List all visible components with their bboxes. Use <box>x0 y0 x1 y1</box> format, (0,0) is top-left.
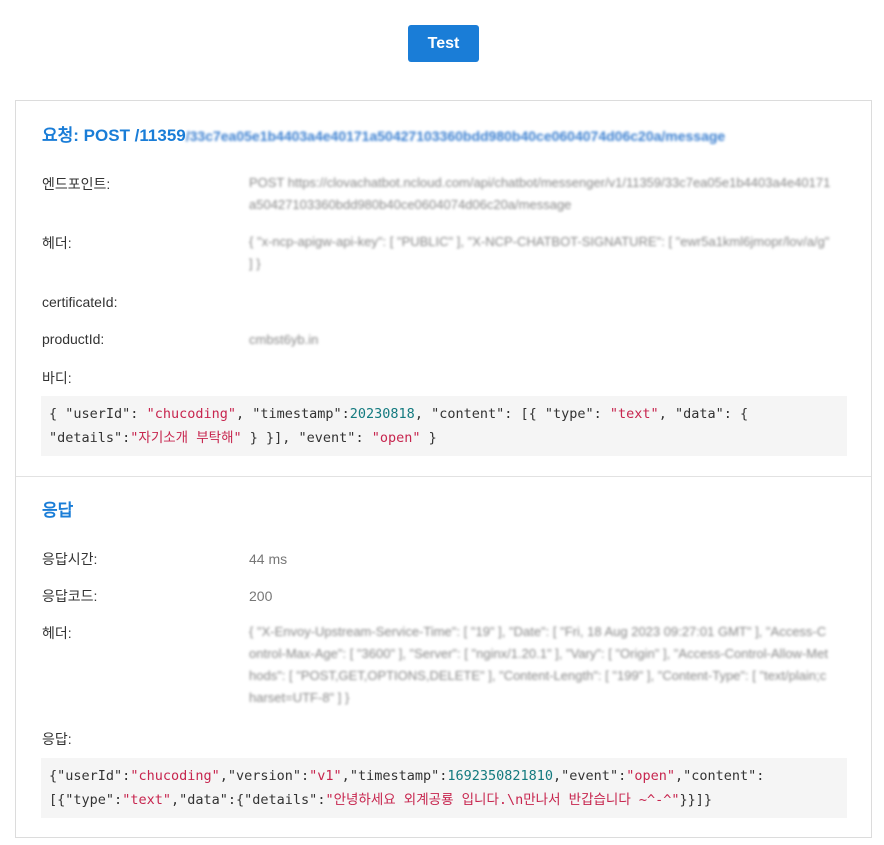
rb-val: "자기소개 부탁해" <box>130 430 242 446</box>
product-id-value: cmbst6yb.in <box>249 332 319 347</box>
result-panel: 요청: POST /11359/33c7ea05e1b4403a4e40171a… <box>15 100 872 838</box>
rs-key: "content" <box>683 768 757 784</box>
response-code-value: 200 <box>249 588 273 604</box>
rs-val: "text" <box>122 792 171 808</box>
response-header-value: { "X-Envoy-Upstream-Service-Time": [ "19… <box>249 624 828 705</box>
rs-key: "data" <box>179 792 228 808</box>
response-time-value: 44 ms <box>249 551 288 567</box>
request-body-label: 바디: <box>42 370 72 386</box>
response-body-label: 응답: <box>42 731 72 747</box>
certificate-id-label: certificateId: <box>42 294 118 310</box>
rs-val: "open" <box>626 768 675 784</box>
rs-key: "timestamp" <box>349 768 440 784</box>
request-title-prefix: 요청: POST /11359 <box>42 126 186 145</box>
rb-key: "content" <box>431 406 505 422</box>
response-body-code: {"userId":"chucoding","version":"v1","ti… <box>41 758 847 818</box>
rs-key: "userId" <box>57 768 123 784</box>
section-divider <box>16 476 871 477</box>
rs-key: "event" <box>561 768 619 784</box>
rs-val: "chucoding" <box>130 768 220 784</box>
response-title: 응답 <box>42 501 74 520</box>
request-header-value: { "x-ncp-apigw-api-key": [ "PUBLIC" ], "… <box>249 234 830 271</box>
rb-val: "open" <box>371 430 421 446</box>
product-id-label: productId: <box>42 331 105 347</box>
rb-key: "details" <box>49 430 123 446</box>
request-title: 요청: POST /11359/33c7ea05e1b4403a4e40171a… <box>42 121 842 146</box>
endpoint-value: POST https://clovachatbot.ncloud.com/api… <box>249 175 831 212</box>
request-body-code: { "userId": "chucoding", "timestamp":202… <box>41 396 847 456</box>
rb-key: "type" <box>544 406 594 422</box>
rs-val: "v1" <box>309 768 342 784</box>
request-header-label: 헤더: <box>42 235 72 251</box>
endpoint-label: 엔드포인트: <box>42 176 111 192</box>
rs-key: "version" <box>227 768 302 784</box>
rs-key: "type" <box>65 792 115 808</box>
rb-key: "event" <box>298 430 356 446</box>
rs-val: "안녕하세요 외계공룡 입니다.\n만나서 반갑습니다 ~^-^" <box>325 792 680 808</box>
rb-num: 20230818 <box>349 406 415 422</box>
response-code-label: 응답코드: <box>42 588 98 604</box>
request-title-path: /33c7ea05e1b4403a4e40171a50427103360bdd9… <box>185 128 726 144</box>
rb-val: "chucoding" <box>146 406 236 422</box>
rb-key: "userId" <box>65 406 131 422</box>
rs-num: 1692350821810 <box>447 768 554 784</box>
response-header-label: 헤더: <box>42 625 72 641</box>
response-time-label: 응답시간: <box>42 551 98 567</box>
rb-val: "text" <box>609 406 659 422</box>
test-button[interactable]: Test <box>408 25 479 62</box>
rb-key: "timestamp" <box>252 406 342 422</box>
rs-key: "details" <box>244 792 318 808</box>
rb-key: "data" <box>674 406 724 422</box>
